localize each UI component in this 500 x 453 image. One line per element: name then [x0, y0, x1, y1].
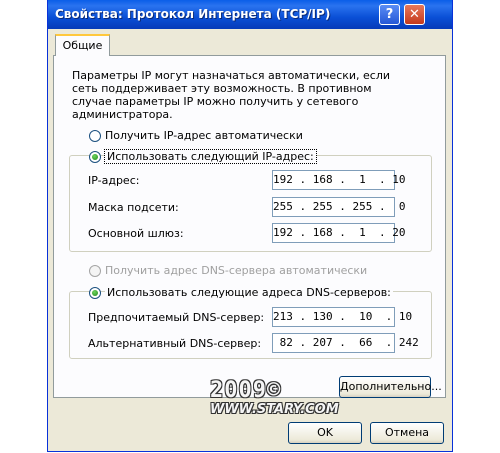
radio-selected-dot: [92, 154, 98, 160]
ip-group: IP-адрес: 192 . 168 . 1 . 10 Маска подсе…: [69, 155, 432, 252]
preferred-dns-field[interactable]: 213 . 130 . 10 . 10: [272, 307, 412, 327]
ip-address-field[interactable]: 192 . 168 . 1 . 10: [272, 170, 405, 190]
ip-address-label: IP-адрес:: [88, 174, 140, 187]
ip-auto-radio[interactable]: [89, 130, 101, 142]
intro-text: Параметры IP могут назначаться автоматич…: [72, 69, 391, 121]
ip-manual-label[interactable]: Использовать следующий IP-адрес:: [104, 149, 317, 164]
dns-group: Предпочитаемый DNS-сервер: 213 . 130 . 1…: [69, 291, 432, 359]
radio-selected-dot: [92, 290, 98, 296]
window-title: Свойства: Протокол Интернета (TCP/IP): [55, 7, 331, 21]
gateway-field[interactable]: 192 . 168 . 1 . 20: [272, 223, 405, 243]
subnet-mask-label: Маска подсети:: [88, 201, 179, 214]
help-button[interactable]: ?: [379, 4, 400, 25]
subnet-mask-field[interactable]: 255 . 255 . 255 . 0: [272, 197, 405, 217]
advanced-button[interactable]: Дополнительно...: [339, 376, 442, 398]
dns-manual-label[interactable]: Использовать следующие адреса DNS-сервер…: [105, 286, 393, 299]
tab-general[interactable]: Общие: [55, 34, 110, 56]
dns-auto-radio: [89, 265, 101, 277]
title-bar[interactable]: Свойства: Протокол Интернета (TCP/IP) ? …: [48, 0, 452, 29]
cancel-button[interactable]: Отмена: [370, 422, 444, 444]
ip-auto-label[interactable]: Получить IP-адрес автоматически: [105, 129, 303, 142]
close-icon: ✕: [409, 7, 420, 22]
help-icon: ?: [385, 7, 394, 22]
close-button[interactable]: ✕: [404, 4, 425, 25]
dns-auto-label: Получить адрес DNS-сервера автоматически: [105, 264, 368, 277]
dialog-window: Свойства: Протокол Интернета (TCP/IP) ? …: [47, 0, 453, 452]
preferred-dns-label: Предпочитаемый DNS-сервер:: [88, 311, 265, 324]
alternate-dns-label: Альтернативный DNS-сервер:: [88, 337, 262, 350]
dns-manual-radio[interactable]: [89, 287, 101, 299]
alternate-dns-field[interactable]: 82 . 207 . 66 . 242: [272, 333, 419, 353]
ok-button[interactable]: OK: [288, 422, 362, 444]
gateway-label: Основной шлюз:: [88, 227, 184, 240]
general-panel: Параметры IP могут назначаться автоматич…: [53, 55, 446, 398]
ip-manual-radio[interactable]: [89, 151, 101, 163]
